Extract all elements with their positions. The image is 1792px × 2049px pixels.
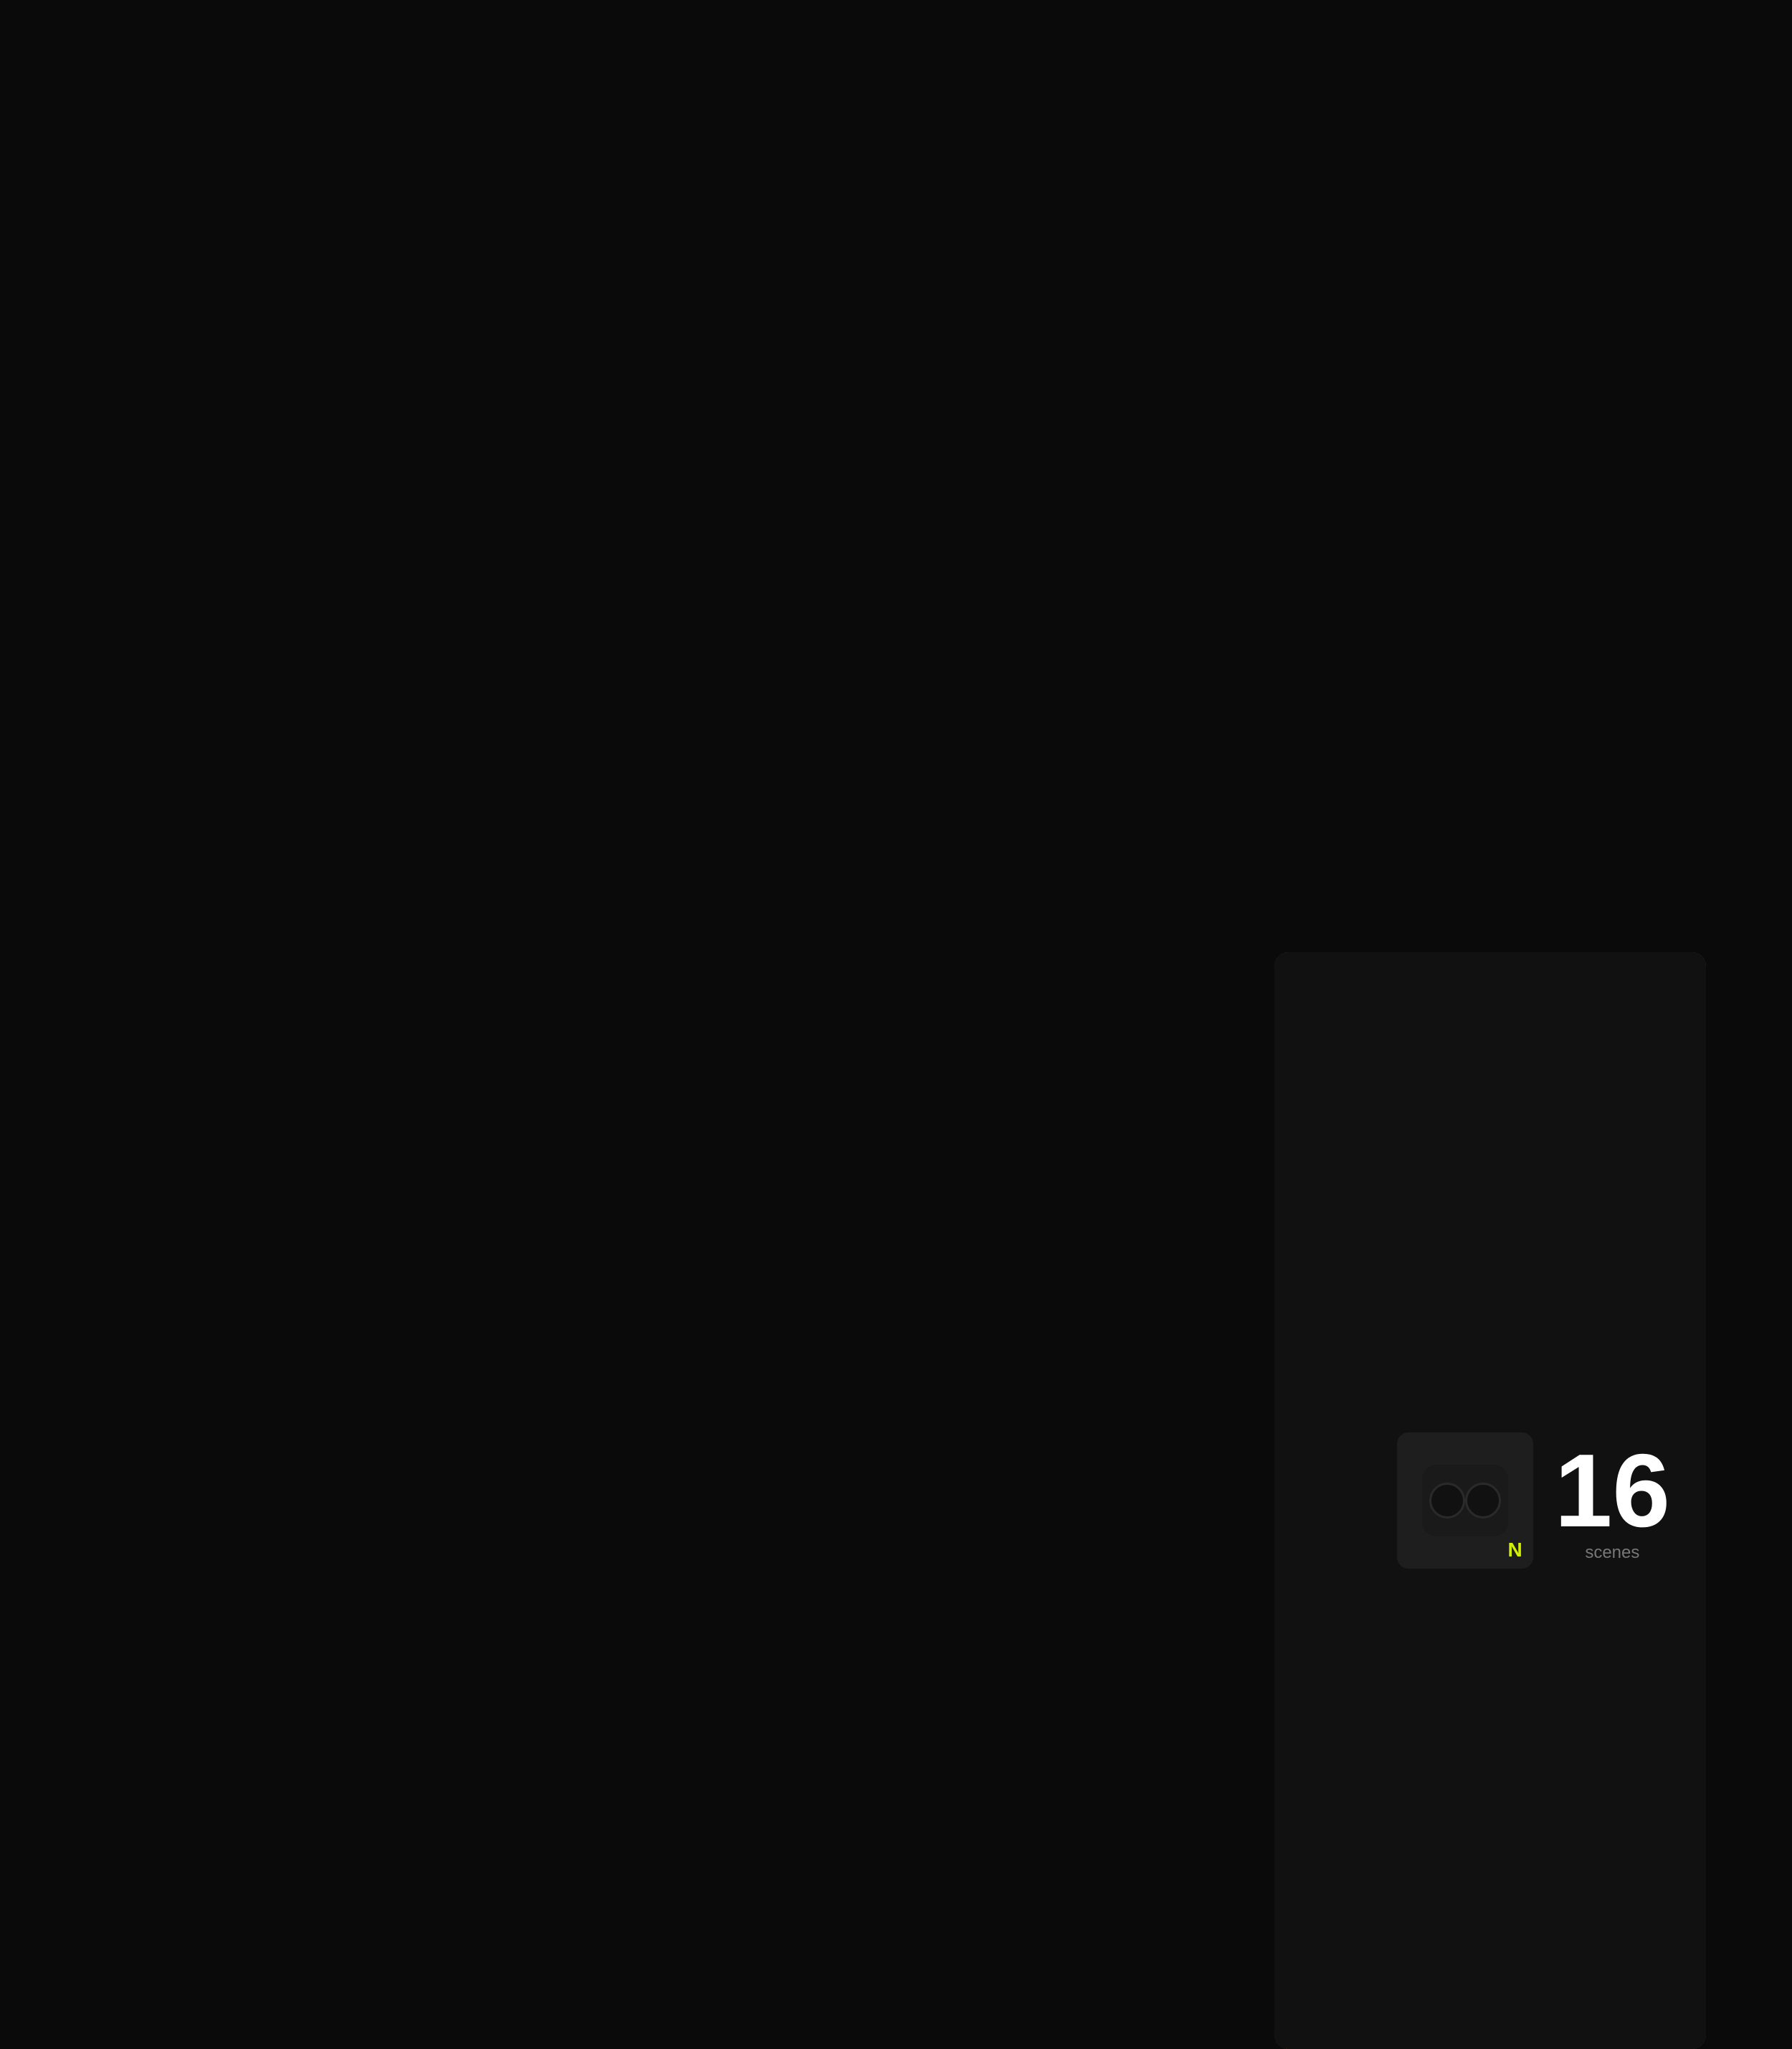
product-image: N <box>1397 1432 1533 1569</box>
scenes-count-block: 16 scenes <box>1555 1439 1670 1563</box>
product-letter-n: N <box>1507 1539 1522 1561</box>
scenes-label: scenes <box>1585 1543 1639 1563</box>
card-scenes: N 16 scenes <box>1274 952 1706 2049</box>
scenes-number: 16 <box>1555 1439 1670 1543</box>
